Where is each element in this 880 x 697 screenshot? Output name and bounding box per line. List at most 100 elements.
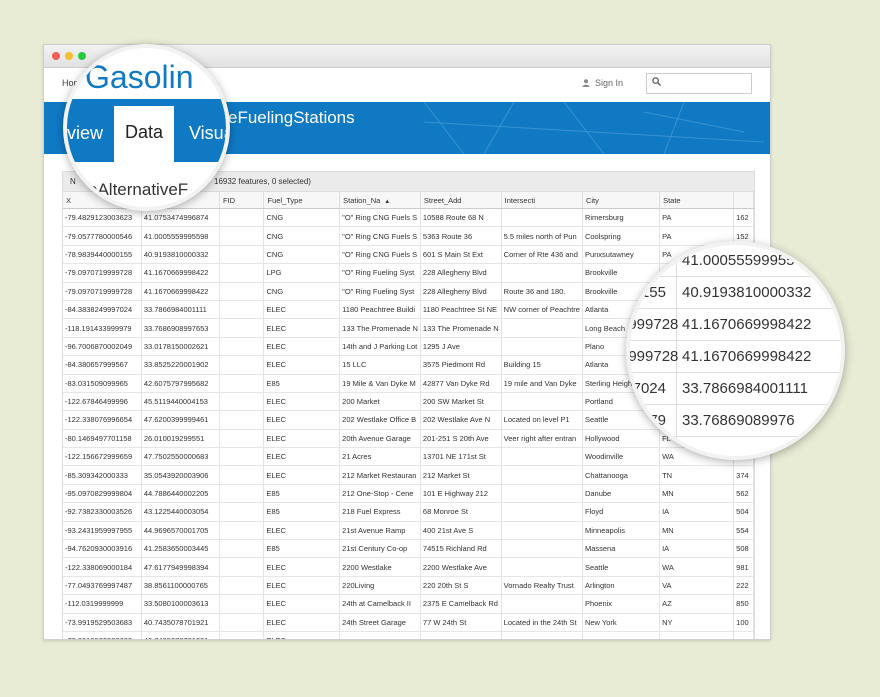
sign-in-link[interactable]: Sign In: [582, 78, 623, 88]
table-cell: [219, 631, 265, 639]
table-row[interactable]: -77.0493769997487 38.8561100000765 ELEC 220…: [63, 576, 754, 596]
table-cell: [501, 502, 583, 522]
table-cell: [219, 318, 265, 338]
column-header[interactable]: Fuel_Type: [263, 192, 341, 209]
table-cell: 21st Avenue Ramp: [339, 521, 421, 541]
table-cell: 5363 Route 36: [420, 226, 502, 246]
table-cell: 200 Market: [339, 392, 421, 412]
magnified-row: +6 41.00055599955: [630, 245, 841, 277]
table-row[interactable]: -122.156672999659 47.7502550000683 ELEC 21 …: [63, 447, 754, 467]
column-header[interactable]: FID: [219, 192, 265, 209]
table-cell: Minneapolis: [582, 521, 661, 541]
table-cell: ELEC: [263, 465, 341, 485]
table-cell: 212 Market Restauran: [339, 465, 421, 485]
table-cell: [219, 226, 265, 246]
table-row[interactable]: -122.338069000184 47.6177949998394 ELEC 220…: [63, 557, 754, 577]
sort-ascending-icon[interactable]: ▲: [384, 199, 390, 205]
magnified-row: 79 33.76869089976: [630, 405, 841, 437]
table-cell: [219, 355, 265, 375]
table-cell: TN: [659, 465, 735, 485]
table-row[interactable]: -73.991952950368340.7435078701921 ELEC: [63, 631, 754, 639]
magnified-y-value: 41.1670669998422: [682, 348, 812, 365]
table-cell: Building 15: [501, 355, 583, 375]
magnified-y-value: 33.7866984001111: [682, 380, 808, 397]
table-cell: [219, 392, 265, 412]
table-cell: 202 Westlake Ave N: [420, 410, 502, 430]
table-cell: Corner of Rte 436 and: [501, 245, 583, 265]
table-row[interactable]: -79.0577780000546 41.0005559995598 CNG "O" …: [63, 226, 754, 246]
table-row[interactable]: -94.7620930003916 41.2583650003445 E85 21st…: [63, 539, 754, 559]
table-cell: MN: [659, 521, 735, 541]
table-row[interactable]: -95.0970829999804 44.7886440002205 E85 212 …: [63, 484, 754, 504]
table-row[interactable]: -73.9919529503683 40.7435078701921 ELEC 24t…: [63, 613, 754, 632]
table-cell: 35.0543920003906: [141, 465, 220, 485]
table-cell: 15 LLC: [339, 355, 421, 375]
table-cell: 33.7686908997653: [141, 318, 220, 338]
close-window-button[interactable]: [52, 52, 60, 60]
table-cell: 19 Mile & Van Dyke M: [339, 374, 421, 393]
table-cell: 100: [733, 613, 754, 632]
table-row[interactable]: -112.0319999999 33.5080100003613 ELEC 24th …: [63, 594, 754, 614]
table-cell: -92.7382330003526: [63, 502, 142, 522]
search-input[interactable]: [646, 73, 752, 94]
table-row[interactable]: -79.4829123003623 41.0753474996874 CNG "O" …: [63, 208, 754, 228]
table-cell: 44.7886440002205: [141, 484, 220, 504]
table-cell: -118.191433999979: [63, 318, 142, 338]
table-cell: "O" Ring CNG Fuels S: [339, 245, 421, 265]
tab-overview[interactable]: view: [67, 123, 103, 144]
magnifier-coordinates: +6 41.00055599955 00155 40.9193810000332 999…: [626, 241, 845, 460]
table-cell: E85: [263, 374, 341, 393]
layer-name-prefix: N: [70, 177, 76, 186]
column-header[interactable]: Station_Na ▲: [339, 192, 421, 209]
table-cell: [219, 594, 265, 614]
table-cell: 41.1670669998422: [141, 263, 220, 283]
table-cell: 202 Westlake Office B: [339, 410, 421, 430]
magnifier-title-tabs: Gasolin view Data Visua eAlternativeF: [63, 44, 230, 211]
table-cell: IA: [659, 539, 735, 559]
table-cell: 41.1670669998422: [141, 282, 220, 301]
column-header[interactable]: State: [659, 192, 735, 209]
table-cell: Seattle: [582, 557, 661, 577]
table-cell: -95.0970829999804: [63, 484, 142, 504]
table-row[interactable]: -92.7382330003526 43.1225440003054 E85 218 …: [63, 502, 754, 522]
table-cell: Veer right after entran: [501, 429, 583, 449]
table-cell: -112.0319999999: [63, 594, 142, 614]
tab-data[interactable]: Data: [114, 106, 174, 162]
table-cell: -83.031509099965: [63, 374, 142, 393]
table-cell: [219, 282, 265, 301]
table-cell: 2200 Westlake Ave: [420, 557, 502, 577]
table-cell: [219, 465, 265, 485]
table-cell: [501, 539, 583, 559]
table-cell: 400 21st Ave S: [420, 521, 502, 541]
table-cell: ELEC: [263, 392, 341, 412]
table-cell: [219, 337, 265, 357]
table-cell: 850: [733, 594, 754, 614]
table-cell: Route 36 and 180.: [501, 282, 583, 301]
table-cell: [219, 208, 265, 228]
table-cell: 601 S Main St Ext: [420, 245, 502, 265]
magnified-y-value: 33.76869089976: [682, 412, 795, 429]
table-cell: ELEC: [263, 410, 341, 430]
table-cell: [582, 631, 661, 639]
user-icon: [582, 79, 590, 87]
table-cell: 2200 Westlake: [339, 557, 421, 577]
sign-in-label: Sign In: [595, 78, 624, 88]
table-cell: 33.0178150002621: [141, 337, 220, 357]
table-cell: [219, 374, 265, 393]
table-cell: Rimersburg: [582, 208, 661, 228]
minimize-window-button[interactable]: [65, 52, 73, 60]
table-row[interactable]: -93.2431959997955 44.9696570001705 ELEC 21s…: [63, 521, 754, 541]
table-cell: -80.1469497701158: [63, 429, 142, 449]
table-cell: 220Living: [339, 576, 421, 596]
column-header[interactable]: City: [582, 192, 661, 209]
table-row[interactable]: -85.309342000333 35.0543920003906 ELEC 212 …: [63, 465, 754, 485]
column-header[interactable]: [733, 192, 754, 209]
table-cell: [501, 392, 583, 412]
tab-visualization[interactable]: Visua: [189, 123, 226, 144]
column-header[interactable]: Intersecti: [501, 192, 583, 209]
column-header[interactable]: Street_Add: [420, 192, 502, 209]
magnified-x-value: 00155: [626, 284, 666, 301]
table-cell: [501, 594, 583, 614]
table-cell: 40.9193810000332: [141, 245, 220, 265]
table-cell: 508: [733, 539, 754, 559]
